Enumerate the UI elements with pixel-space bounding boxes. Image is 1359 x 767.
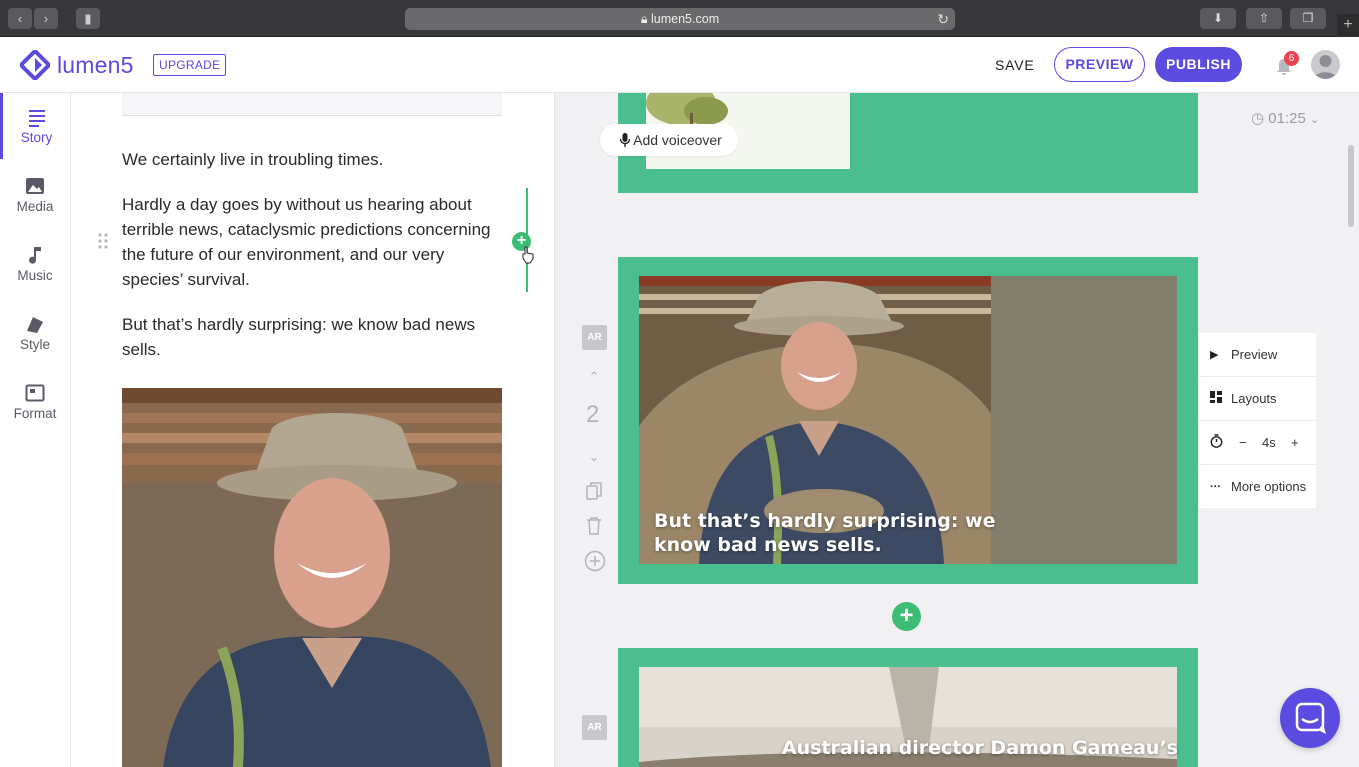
drag-handle-icon[interactable] <box>97 232 109 250</box>
media-icon <box>25 176 45 196</box>
sidebar: Story Media Music Style Format <box>0 93 71 767</box>
story-image[interactable] <box>122 388 502 767</box>
address-bar[interactable]: 🔒︎ lumen5.com ↻ <box>405 8 955 30</box>
aspect-ratio-badge[interactable]: AR <box>582 325 607 350</box>
sidebar-item-label: Style <box>19 337 50 352</box>
scene-duration-control: − 4s + <box>1199 421 1316 465</box>
story-paragraph[interactable]: Hardly a day goes by without us hearing … <box>122 192 507 292</box>
sidebar-item-music[interactable]: Music <box>0 231 70 297</box>
avatar[interactable] <box>1311 50 1340 79</box>
url-text: lumen5.com <box>651 12 720 26</box>
lock-icon: 🔒︎ <box>640 12 652 26</box>
canvas-scrollbar[interactable] <box>1348 145 1354 227</box>
story-icon <box>27 107 47 127</box>
storyboard-canvas: Add voiceover ◷︎ 01:25 ⌄ AR ⌃ 2 ⌄ But th… <box>570 93 1359 767</box>
reload-icon[interactable]: ↻ <box>937 8 949 30</box>
publish-button[interactable]: PUBLISH <box>1155 47 1242 82</box>
story-previous-block <box>122 93 502 116</box>
notification-badge: 6 <box>1284 51 1299 66</box>
sidebar-item-media[interactable]: Media <box>0 162 70 228</box>
style-icon <box>25 314 45 334</box>
music-icon <box>25 245 45 265</box>
microphone-icon <box>619 132 633 148</box>
chevron-down-icon: ⌄ <box>1309 114 1320 126</box>
video-duration[interactable]: ◷︎ 01:25 ⌄ <box>1251 109 1319 127</box>
browser-chrome: ‹ › ▮ 🔒︎ lumen5.com ↻ ⬇ ⇧ ❐ + <box>0 0 1359 37</box>
aspect-ratio-badge[interactable]: AR <box>582 715 607 740</box>
add-scene-button[interactable]: + <box>892 602 921 631</box>
format-icon <box>25 383 45 403</box>
share-icon[interactable]: ⇧ <box>1246 8 1282 29</box>
sidebar-item-label: Music <box>17 268 53 283</box>
lumen5-logo-icon <box>18 48 52 82</box>
scene-card[interactable]: Australian director Damon Gameau’s <box>618 648 1198 767</box>
tabs-icon[interactable]: ❐ <box>1290 8 1326 29</box>
sidebar-item-format[interactable]: Format <box>0 369 70 435</box>
duplicate-icon[interactable] <box>584 482 604 505</box>
move-down-icon[interactable]: ⌄ <box>584 449 604 465</box>
preview-button[interactable]: PREVIEW <box>1054 47 1145 82</box>
sidebar-item-story[interactable]: Story <box>0 93 70 159</box>
scene-caption[interactable]: But that’s hardly surprising: we know ba… <box>654 509 1014 557</box>
upgrade-button[interactable]: UPGRADE <box>153 54 227 76</box>
scene-caption[interactable]: Australian director Damon Gameau’s <box>768 736 1198 760</box>
layouts-button[interactable]: Layouts <box>1199 377 1316 421</box>
scene-number: 2 <box>586 401 600 428</box>
add-scene-icon[interactable] <box>584 550 606 577</box>
sidebar-item-style[interactable]: Style <box>0 300 70 366</box>
chat-support-button[interactable] <box>1280 688 1340 748</box>
duration-increase-button[interactable]: + <box>1291 421 1299 465</box>
layouts-icon <box>1210 377 1222 421</box>
duration-value: 4s <box>1262 435 1276 450</box>
clock-icon: ◷︎ <box>1251 110 1265 127</box>
save-button[interactable]: SAVE <box>995 57 1035 73</box>
back-icon[interactable]: ‹ <box>8 8 32 29</box>
sidebar-item-label: Format <box>13 406 57 421</box>
delete-icon[interactable] <box>584 517 604 540</box>
sidebar-item-label: Media <box>16 199 54 214</box>
add-voiceover-button[interactable]: Add voiceover <box>600 124 738 156</box>
forward-icon[interactable]: › <box>34 8 58 29</box>
story-paragraph[interactable]: We certainly live in troubling times. <box>122 147 507 172</box>
logo[interactable]: lumen5 <box>18 48 134 82</box>
duration-decrease-button[interactable]: − <box>1239 421 1247 465</box>
chat-icon <box>1295 702 1326 734</box>
more-options-button[interactable]: ··· More options <box>1199 465 1316 509</box>
story-editor: We certainly live in troubling times. Ha… <box>71 93 555 767</box>
sidebar-toggle-icon[interactable]: ▮ <box>76 8 100 29</box>
scene-actions-menu: ▶ Preview Layouts − 4s + ··· More option… <box>1199 333 1316 508</box>
app-header: lumen5 UPGRADE SAVE PREVIEW PUBLISH 6 <box>0 37 1359 93</box>
story-paragraph[interactable]: But that’s hardly surprising: we know ba… <box>122 312 507 362</box>
pointer-cursor-icon <box>521 246 535 269</box>
scene-card[interactable]: But that’s hardly surprising: we know ba… <box>618 257 1198 584</box>
play-icon: ▶ <box>1210 349 1219 361</box>
brand-name: lumen5 <box>57 51 134 78</box>
move-up-icon[interactable]: ⌃ <box>584 369 604 385</box>
ellipsis-icon: ··· <box>1210 481 1221 493</box>
download-icon[interactable]: ⬇ <box>1200 8 1236 29</box>
new-tab-icon[interactable]: + <box>1337 14 1359 37</box>
sidebar-item-label: Story <box>20 130 53 145</box>
scene-preview-button[interactable]: ▶ Preview <box>1199 333 1316 377</box>
timer-icon <box>1210 421 1223 465</box>
